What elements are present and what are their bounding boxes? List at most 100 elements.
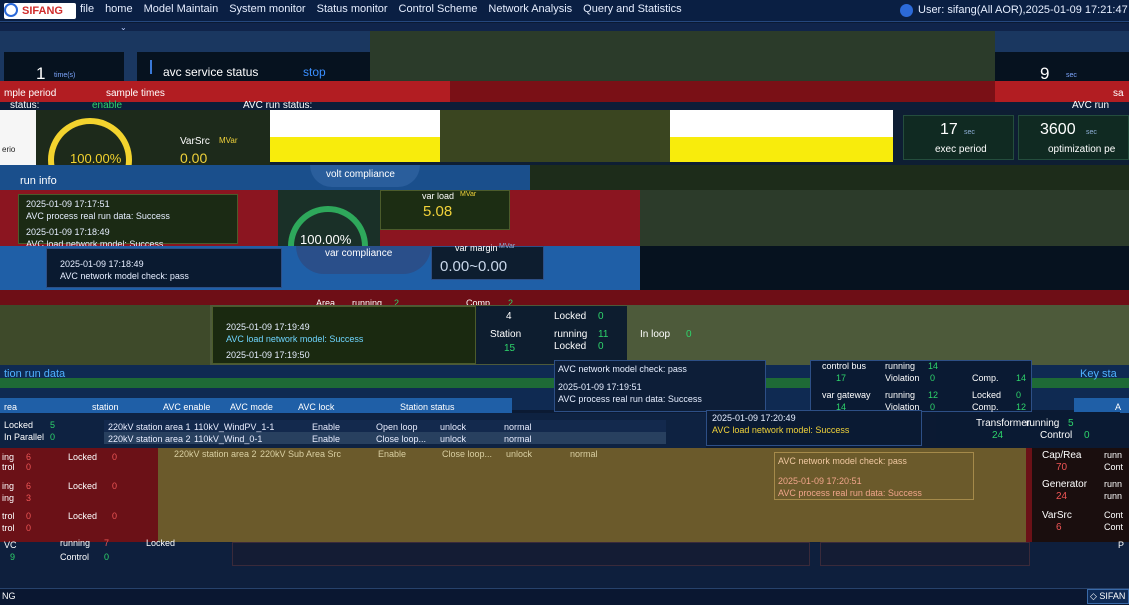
ls-r4a: ing — [2, 493, 15, 503]
station-running-value: 11 — [598, 329, 609, 340]
vg-running-value: 12 — [928, 390, 939, 400]
station-table: 220kV station area 1 110kV_WindPV_1-1 En… — [108, 421, 564, 445]
ls-r4b: 3 — [26, 493, 32, 503]
table-row[interactable]: 220kV station area 1 110kV_WindPV_1-1 En… — [108, 421, 564, 433]
ls-r5a: trol — [2, 511, 15, 521]
station-label: Station — [490, 329, 522, 340]
key-station-title: Key sta — [1080, 368, 1117, 380]
bottom-vc: VC — [4, 540, 17, 550]
log-left: 2025-01-09 17:17:51 AVC process real run… — [26, 198, 170, 250]
exec-value: 17 — [940, 121, 958, 138]
cap-value: 70 — [1056, 462, 1068, 473]
log-entry: 2025-01-09 17:19:51 — [558, 382, 642, 392]
logo-icon — [4, 3, 18, 17]
log-entry: AVC network model check: pass — [778, 456, 907, 466]
map-overlay-mid — [440, 110, 670, 162]
bottom-panel-right — [820, 542, 1030, 566]
opt-label: optimization pe — [1048, 144, 1116, 155]
ls-r3a: ing — [2, 481, 15, 491]
station-running-label: running — [554, 329, 588, 340]
menu-control-scheme[interactable]: Control Scheme — [399, 3, 478, 15]
transformer-label: Transformer — [976, 418, 1031, 429]
exec-unit: sec — [964, 129, 975, 136]
bottom-control-label: Control — [60, 552, 90, 562]
var-compliance-label: var compliance — [325, 248, 393, 259]
map-band-2 — [530, 165, 1129, 191]
log-entry: AVC process real run data: Success — [26, 211, 170, 221]
sa-label: sa — [1113, 88, 1124, 99]
th-right: A — [1115, 402, 1122, 412]
menu-network-analysis[interactable]: Network Analysis — [488, 3, 572, 15]
menu-file[interactable]: file — [80, 3, 94, 15]
ls-r1c: Locked — [68, 452, 98, 462]
varsrc-side-label: VarSrc — [1042, 510, 1072, 521]
opt-unit: sec — [1086, 129, 1097, 136]
log-lower: AVC network model check: pass 2025-01-09… — [778, 455, 922, 499]
transformer-total: 24 — [992, 430, 1004, 441]
log-right: 2025-01-09 17:20:49 AVC load network mod… — [712, 412, 849, 436]
bottom-control-value: 0 — [104, 552, 110, 562]
map-background-top — [370, 31, 995, 81]
status-bar — [0, 588, 1129, 605]
run-info-title: run info — [20, 175, 57, 187]
log-left-2: 2025-01-09 17:18:49 AVC network model ch… — [60, 258, 189, 282]
generator-label: Generator — [1042, 479, 1088, 490]
cb-running-value: 14 — [928, 361, 939, 371]
var-margin-unit: MVar — [499, 243, 516, 250]
sec-label: sec — [1066, 72, 1077, 79]
cb-violation-value: 0 — [930, 373, 936, 383]
ls-r5b: 0 — [26, 511, 32, 521]
cap-label: Cap/Rea — [1042, 450, 1082, 461]
ls-r3b: 6 — [26, 481, 32, 491]
map-dark-band — [640, 246, 1129, 290]
log-entry: AVC process real run data: Success — [778, 488, 922, 498]
user-icon[interactable] — [900, 4, 913, 17]
bottom-running-value: 7 — [104, 538, 110, 548]
generator-value: 24 — [1056, 491, 1068, 502]
var-load-value: 5.08 — [423, 203, 453, 220]
vg-violation-value: 0 — [930, 402, 936, 412]
station-total: 15 — [504, 343, 516, 354]
ls-r6a: trol — [2, 523, 15, 533]
table-row[interactable]: 220kV station area 2 220kV Sub Area Src … — [174, 448, 630, 460]
log-mid: 2025-01-09 17:19:49 AVC load network mod… — [226, 321, 363, 361]
chevron-down-icon[interactable]: ⌄ — [120, 23, 138, 32]
menu-model-maintain[interactable]: Model Maintain — [144, 3, 219, 15]
time-label: time(s) — [54, 72, 76, 79]
transformer-running-value: 5 — [1068, 418, 1074, 429]
menu-home[interactable]: home — [105, 3, 133, 15]
control-bus-label: control bus — [822, 361, 867, 371]
vg-running-label: running — [885, 390, 916, 400]
menu-bar: SIFANG file home Model Maintain System m… — [0, 0, 1129, 22]
var-margin-value: 0.00~0.00 — [440, 258, 508, 275]
var-margin-label: var margin — [455, 243, 498, 253]
bottom-total: 9 — [10, 552, 16, 562]
sifang-label: SIFAN — [1099, 591, 1126, 601]
ls-r5d: 0 — [112, 511, 118, 521]
ls-r5c: Locked — [68, 511, 98, 521]
menu-system-monitor[interactable]: System monitor — [229, 3, 305, 15]
log-entry: 2025-01-09 17:17:51 — [26, 199, 110, 209]
station-locked-label-2: Locked — [554, 341, 587, 352]
gen-r1: runn — [1104, 479, 1123, 489]
transformer-control-label: Control — [1040, 430, 1073, 441]
station-run-data-title: tion run data — [4, 368, 66, 380]
cb-running-label: running — [885, 361, 916, 371]
vg-locked-value: 0 — [1016, 390, 1022, 400]
table-row[interactable]: 220kV station area 2 110kV_Wind_0-1 Enab… — [108, 433, 564, 445]
menu-query-statistics[interactable]: Query and Statistics — [583, 3, 681, 15]
log-entry: 2025-01-09 17:18:49 — [26, 227, 110, 237]
avc-monitor-screen: SIFANG file home Model Maintain System m… — [0, 0, 1129, 605]
log-entry: 2025-01-09 17:20:51 — [778, 476, 862, 486]
status-line — [0, 102, 1129, 110]
in-parallel-label: In Parallel — [4, 432, 45, 442]
red-band-1-dark — [450, 81, 995, 103]
exec-label: exec period — [935, 144, 987, 155]
service-marker — [150, 60, 152, 74]
var-load-label: var load — [422, 191, 455, 201]
menu-status-monitor[interactable]: Status monitor — [317, 3, 388, 15]
vs-r1: Cont — [1104, 510, 1124, 520]
vg-locked-label: Locked — [972, 390, 1002, 400]
white-block-left — [0, 110, 40, 165]
station-locked-value: 0 — [598, 311, 604, 322]
